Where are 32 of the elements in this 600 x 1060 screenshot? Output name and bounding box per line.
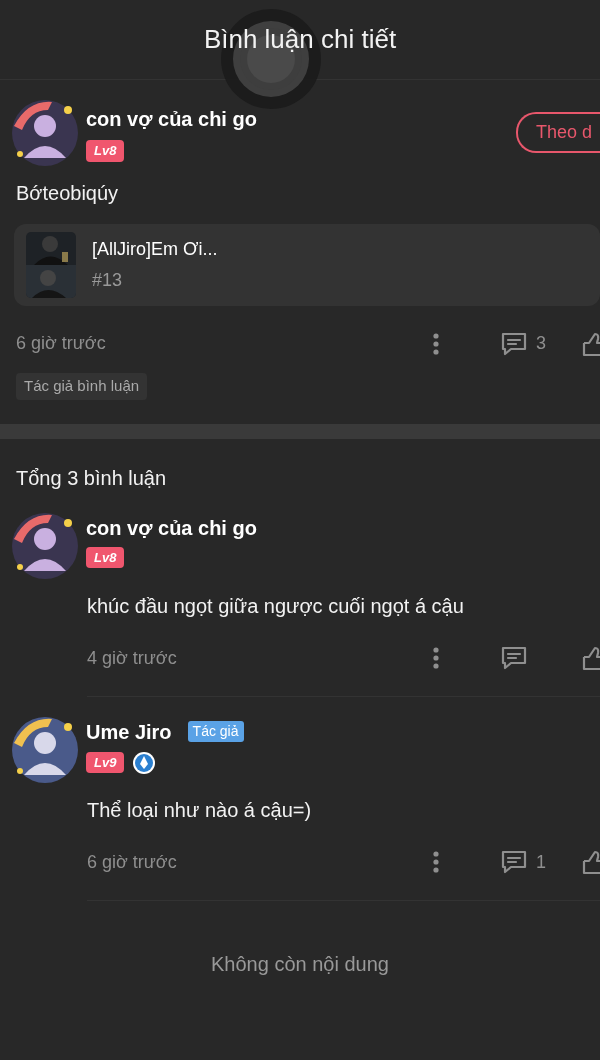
- level-badge: Lv9: [86, 751, 125, 774]
- chapter-number: #13: [92, 269, 124, 292]
- page-title: Bình luận chi tiết: [203, 23, 397, 56]
- author-badge: Tác giả: [187, 721, 244, 742]
- comment-text: Thể loại như nào á cậu=): [87, 797, 313, 823]
- end-of-list-text: Không còn nội dung: [211, 952, 389, 975]
- work-title: [AllJiro]Em Ơi...: [92, 238, 218, 261]
- more-icon[interactable]: [432, 850, 440, 874]
- like-icon[interactable]: [582, 330, 600, 357]
- reply-count: 1: [536, 850, 547, 874]
- comment-text: khúc đầu ngọt giữa ngược cuối ngọt á cậu: [87, 593, 465, 619]
- timestamp: 6 giờ trước: [87, 850, 177, 874]
- linked-work-card[interactable]: [AllJiro]Em Ơi... #13: [14, 224, 600, 306]
- username: Ume Jiro: [86, 719, 172, 745]
- like-icon[interactable]: [582, 849, 600, 875]
- like-icon[interactable]: [582, 645, 600, 671]
- timestamp: 6 giờ trước: [16, 332, 106, 355]
- author-tag: Tác giả bình luận: [16, 373, 148, 400]
- comment-icon[interactable]: [500, 645, 528, 671]
- comment-icon[interactable]: [500, 849, 528, 875]
- reply-count: 3: [536, 332, 547, 355]
- comment-icon[interactable]: [500, 330, 528, 357]
- username: con vợ của chi go: [86, 515, 257, 541]
- comment-text: Bớteobiqúy: [16, 181, 120, 206]
- more-icon[interactable]: [432, 646, 440, 670]
- level-badge: Lv8: [86, 546, 125, 568]
- follow-button[interactable]: Theo d: [515, 112, 600, 153]
- timestamp: 4 giờ trước: [87, 646, 177, 670]
- comment-count: Tổng 3 bình luận: [16, 465, 168, 491]
- level-badge: Lv8: [86, 140, 125, 162]
- username: con vợ của chi go: [86, 107, 258, 132]
- more-icon[interactable]: [432, 331, 440, 356]
